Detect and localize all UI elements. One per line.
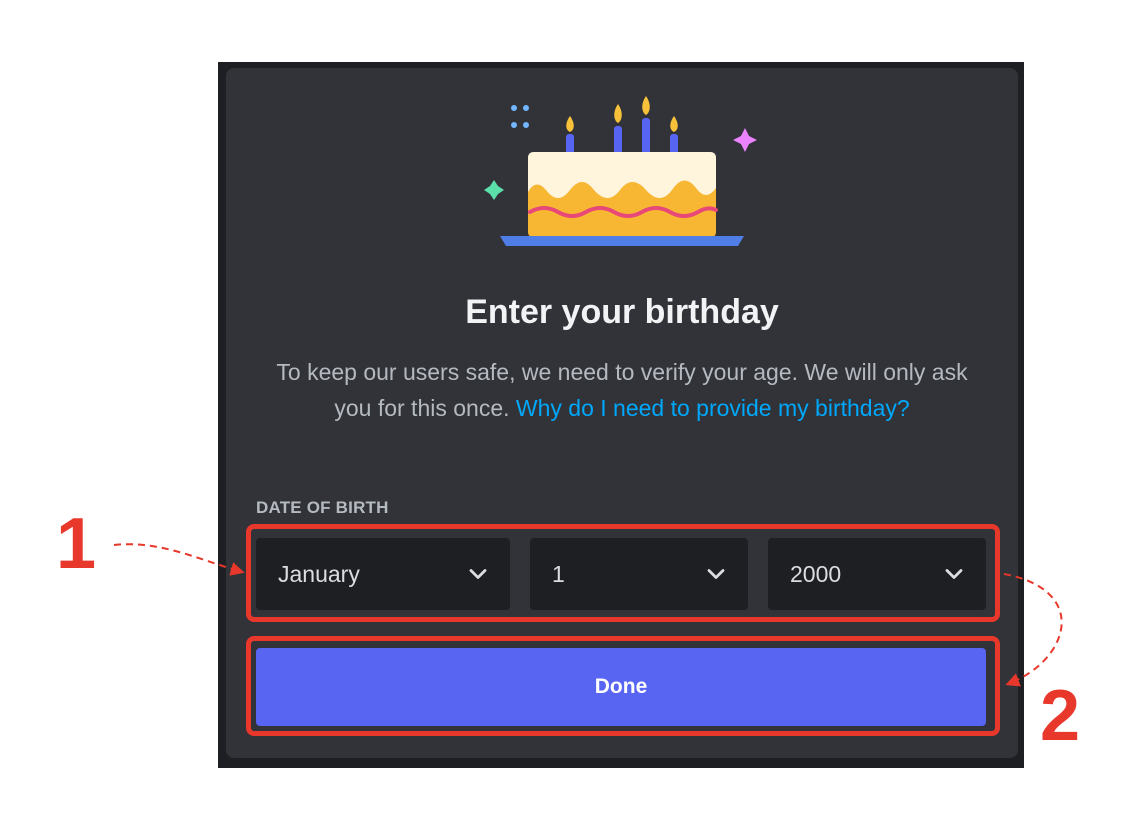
date-of-birth-label: DATE OF BIRTH	[256, 498, 389, 517]
screenshot-stage: Enter your birthday To keep our users sa…	[0, 0, 1142, 822]
why-birthday-link[interactable]: Why do I need to provide my birthday?	[516, 395, 910, 421]
candles-icon	[566, 96, 678, 154]
highlight-box-date-selects	[246, 524, 1000, 622]
sparkle-pink-icon	[733, 128, 757, 152]
step-number-1: 1	[56, 504, 97, 584]
sparkle-dots-icon	[511, 105, 529, 128]
modal-title: Enter your birthday	[465, 293, 779, 331]
highlight-box-done-button	[246, 636, 1000, 736]
birthday-cake-icon	[484, 96, 757, 246]
sparkle-green-icon	[484, 180, 504, 200]
step-number-2: 2	[1040, 676, 1081, 756]
modal-description: To keep our users safe, we need to verif…	[258, 354, 986, 426]
